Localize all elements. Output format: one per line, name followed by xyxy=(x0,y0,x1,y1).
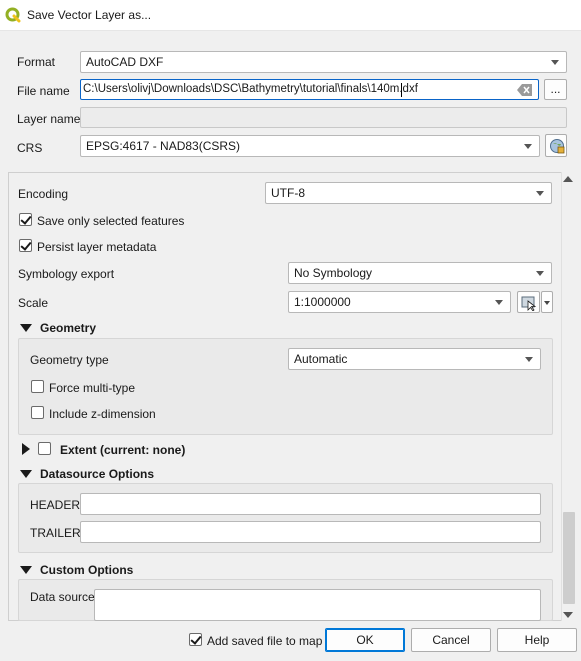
chevron-down-icon xyxy=(544,301,550,305)
persist-metadata-checkbox[interactable] xyxy=(19,239,32,252)
layer-name-label: Layer name xyxy=(17,112,81,126)
scroll-up-icon[interactable] xyxy=(563,176,573,182)
qgis-logo-icon xyxy=(5,7,21,23)
scale-label: Scale xyxy=(18,296,49,310)
format-label: Format xyxy=(17,55,56,69)
include-z-checkbox[interactable] xyxy=(31,406,44,419)
chevron-down-icon xyxy=(525,357,533,362)
clear-icon[interactable] xyxy=(517,84,533,96)
help-button[interactable]: Help xyxy=(497,628,577,652)
window-title: Save Vector Layer as... xyxy=(27,8,152,22)
crs-value: EPSG:4617 - NAD83(CSRS) xyxy=(86,139,241,153)
file-name-input[interactable]: C:\Users\olivj\Downloads\DSC\Bathymetry\… xyxy=(80,79,539,100)
force-multi-checkbox[interactable] xyxy=(31,380,44,393)
map-pointer-icon xyxy=(521,296,537,311)
save-only-selected-checkbox[interactable] xyxy=(19,213,32,226)
globe-icon xyxy=(550,139,565,154)
include-z-label: Include z-dimension xyxy=(49,407,156,421)
data-source-textarea[interactable] xyxy=(94,589,541,621)
custom-header[interactable]: Custom Options xyxy=(40,563,133,577)
add-saved-file-label: Add saved file to map xyxy=(207,634,323,648)
file-name-value: C:\Users\olivj\Downloads\DSC\Bathymetry\… xyxy=(83,83,418,95)
datasource-header[interactable]: Datasource Options xyxy=(40,467,154,481)
scrollbar-thumb[interactable] xyxy=(563,512,575,604)
geometry-type-combo[interactable]: Automatic xyxy=(288,348,541,370)
symbology-value: No Symbology xyxy=(294,266,373,280)
add-saved-file-checkbox[interactable] xyxy=(189,633,202,646)
geometry-type-label: Geometry type xyxy=(30,353,109,367)
trailer-option-input[interactable] xyxy=(80,521,541,543)
select-crs-button[interactable] xyxy=(545,134,567,157)
datasource-collapse-icon[interactable] xyxy=(20,470,32,478)
header-option-label: HEADER xyxy=(30,498,81,512)
data-source-label: Data source xyxy=(30,590,95,604)
ok-button[interactable]: OK xyxy=(325,628,405,652)
text-caret xyxy=(401,83,402,97)
chevron-down-icon xyxy=(524,144,532,149)
header-option-input[interactable] xyxy=(80,493,541,515)
symbology-combo[interactable]: No Symbology xyxy=(288,262,552,284)
browse-button[interactable]: ... xyxy=(544,79,567,100)
crs-label: CRS xyxy=(17,141,43,155)
layer-name-input[interactable] xyxy=(80,107,567,128)
chevron-down-icon xyxy=(536,191,544,196)
cancel-button[interactable]: Cancel xyxy=(411,628,491,652)
extent-expand-icon[interactable] xyxy=(22,443,30,455)
chevron-down-icon xyxy=(536,271,544,276)
scale-from-map-button[interactable] xyxy=(517,291,540,313)
scroll-down-icon[interactable] xyxy=(563,612,573,618)
persist-metadata-label: Persist layer metadata xyxy=(37,240,157,254)
extent-header[interactable]: Extent (current: none) xyxy=(60,443,185,457)
encoding-label: Encoding xyxy=(18,187,69,201)
format-value: AutoCAD DXF xyxy=(86,55,164,69)
chevron-down-icon xyxy=(495,300,503,305)
geometry-collapse-icon[interactable] xyxy=(20,324,32,332)
chevron-down-icon xyxy=(551,60,559,65)
trailer-option-label: TRAILER xyxy=(30,526,81,540)
format-combo[interactable]: AutoCAD DXF xyxy=(80,51,567,73)
encoding-combo[interactable]: UTF-8 xyxy=(265,182,552,204)
file-name-label: File name xyxy=(17,84,70,98)
save-only-selected-label: Save only selected features xyxy=(37,214,185,228)
scale-value: 1:1000000 xyxy=(294,295,351,309)
geometry-header[interactable]: Geometry xyxy=(40,321,96,335)
force-multi-label: Force multi-type xyxy=(49,381,136,395)
encoding-value: UTF-8 xyxy=(271,186,305,200)
extent-checkbox[interactable] xyxy=(38,442,51,455)
geometry-type-value: Automatic xyxy=(294,352,348,366)
crs-combo[interactable]: EPSG:4617 - NAD83(CSRS) xyxy=(80,135,540,157)
symbology-label: Symbology export xyxy=(18,267,115,281)
scale-menu-button[interactable] xyxy=(541,291,553,313)
custom-collapse-icon[interactable] xyxy=(20,566,32,574)
scale-combo[interactable]: 1:1000000 xyxy=(288,291,511,313)
